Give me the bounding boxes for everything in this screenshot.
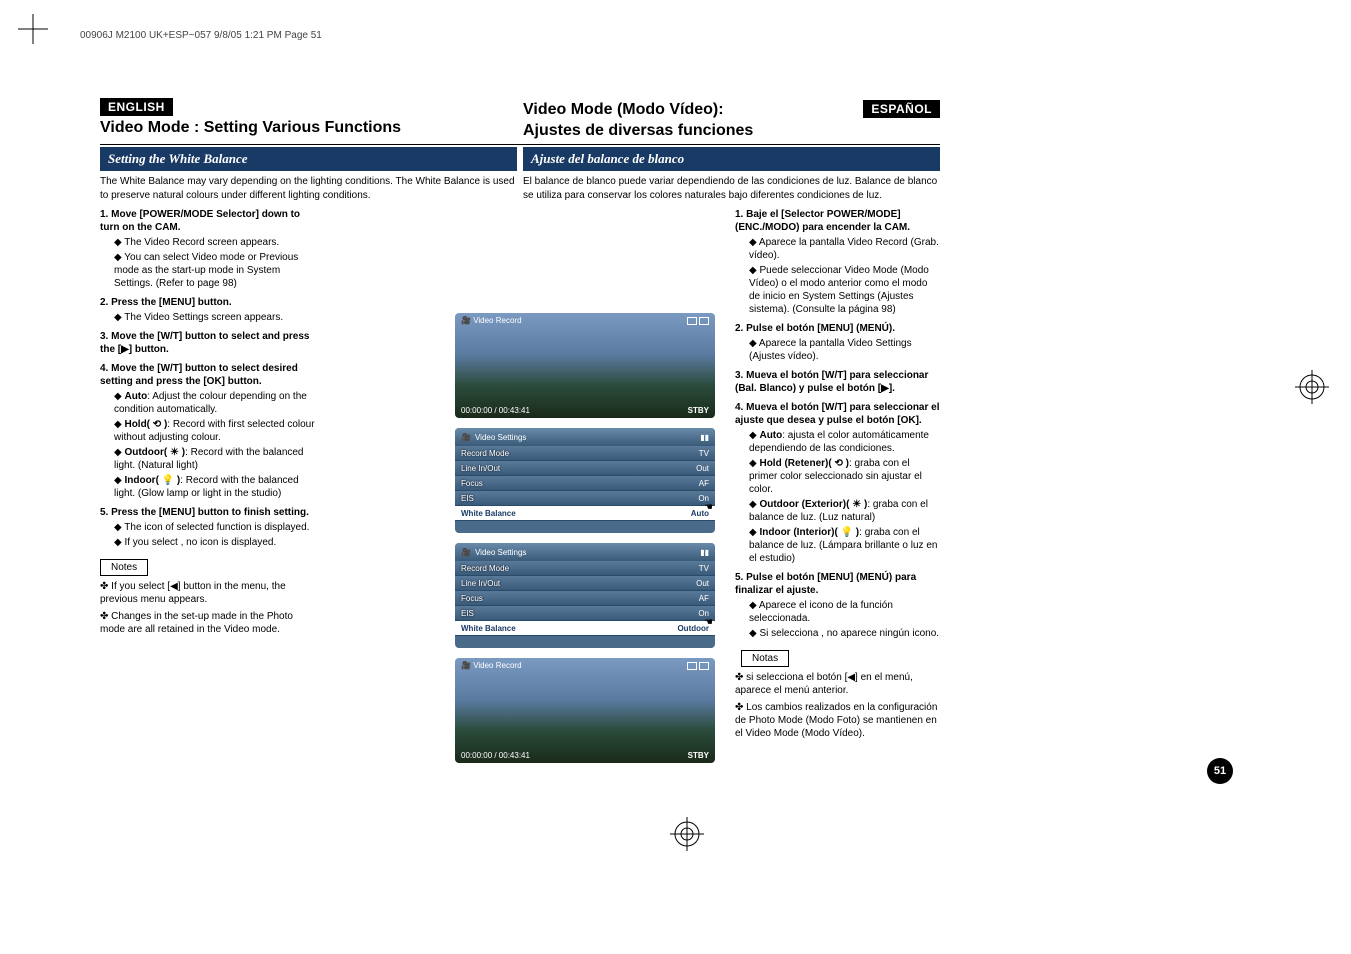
step-sub: Hold( ⟲ ): Record with first selected co…: [114, 418, 315, 444]
note-item: Los cambios realizados en la configuraci…: [735, 701, 940, 740]
screenshot-5: 5 Video Record 00:00:00 / 00:43:41STBY: [455, 658, 715, 763]
step-item: 2. Pulse el botón [MENU] (MENÚ).Aparece …: [735, 322, 940, 363]
step-sub: Outdoor( ☀ ): Record with the balanced l…: [114, 446, 315, 472]
battery-icon: ▮▮: [700, 433, 709, 442]
menu-row: FocusAF: [455, 591, 715, 606]
step-item: 5. Press the [MENU] button to finish set…: [100, 506, 315, 549]
step-sub: The Video Settings screen appears.: [114, 311, 315, 324]
screenshot-4: 4 Video Settings▮▮ Record ModeTVLine In/…: [455, 543, 715, 648]
menu-title: Video Settings: [475, 433, 526, 442]
lang-badge-es: ESPAÑOL: [863, 100, 940, 118]
title-en: Video Mode : Setting Various Functions: [100, 118, 517, 137]
step-item: 4. Move the [W/T] button to select desir…: [100, 362, 315, 500]
step-item: 1. Move [POWER/MODE Selector] down to tu…: [100, 208, 315, 290]
registration-mark-bottom: [670, 817, 704, 854]
notes-label-en: Notes: [100, 559, 148, 576]
step-item: 5. Pulse el botón [MENU] (MENÚ) para fin…: [735, 571, 940, 640]
step-sub: Indoor( 💡 ): Record with the balanced li…: [114, 474, 315, 500]
menu-row: Line In/OutOut: [455, 576, 715, 591]
step-item: 2. Press the [MENU] button.The Video Set…: [100, 296, 315, 324]
step-sub: Si selecciona , no aparece ningún icono.: [749, 627, 940, 640]
step-sub: Auto: ajusta el color automáticamente de…: [749, 429, 940, 455]
note-item: si selecciona el botón [◀] en el menú, a…: [735, 671, 940, 697]
step-sub: Aparece el icono de la función seleccion…: [749, 599, 940, 625]
step-item: 3. Mueva el botón [W/T] para seleccionar…: [735, 369, 940, 395]
step-sub: You can select Video mode or Previous mo…: [114, 251, 315, 290]
print-header: 00906J M2100 UK+ESP~057 9/8/05 1:21 PM P…: [80, 30, 322, 41]
stby-label: STBY: [688, 751, 709, 760]
title-es-l1: Video Mode (Modo Vídeo):: [523, 100, 857, 119]
step-sub: Hold (Retener)( ⟲ ): graba con el primer…: [749, 457, 940, 496]
screenshot-1: 1 Video Record 00:00:00 / 00:43:41STBY: [455, 313, 715, 418]
step-item: 1. Baje el [Selector POWER/MODE] (ENC./M…: [735, 208, 940, 316]
battery-icon: [687, 662, 709, 670]
menu-row: EISOn: [455, 606, 715, 621]
section-heading-en: Setting the White Balance: [100, 147, 517, 171]
step-sub: Outdoor (Exterior)( ☀ ): graba con el ba…: [749, 498, 940, 524]
menu-title: Video Settings: [475, 548, 526, 557]
note-item: If you select [◀] button in the menu, th…: [100, 580, 315, 606]
step-item: 3. Move the [W/T] button to select and p…: [100, 330, 315, 356]
step-item: 4. Mueva el botón [W/T] para seleccionar…: [735, 401, 940, 565]
step-sub: If you select , no icon is displayed.: [114, 536, 315, 549]
menu-row: Line In/OutOut: [455, 461, 715, 476]
menu-row: White BalanceAuto: [455, 506, 715, 521]
step-sub: Puede seleccionar Video Mode (Modo Vídeo…: [749, 264, 940, 316]
menu-row: White BalanceOutdoor: [455, 621, 715, 636]
screenshot-3: 3 Video Settings▮▮ Record ModeTVLine In/…: [455, 428, 715, 533]
page-number: 51: [1207, 758, 1233, 784]
intro-en: The White Balance may vary depending on …: [100, 175, 517, 202]
crop-mark-tl: [18, 14, 48, 47]
video-record-label: Video Record: [461, 316, 522, 325]
step-sub: The Video Record screen appears.: [114, 236, 315, 249]
battery-icon: [687, 317, 709, 325]
lang-badge-en: ENGLISH: [100, 98, 173, 116]
title-es-l2: Ajustes de diversas funciones: [523, 121, 940, 140]
menu-row: Record ModeTV: [455, 446, 715, 461]
intro-es: El balance de blanco puede variar depend…: [523, 175, 940, 202]
menu-row: FocusAF: [455, 476, 715, 491]
step-sub: The icon of selected function is display…: [114, 521, 315, 534]
timecode: 00:00:00 / 00:43:41: [461, 406, 530, 415]
hand-icon: ☚: [704, 617, 713, 628]
step-sub: Indoor (Interior)( 💡 ): graba con el bal…: [749, 526, 940, 565]
video-record-label: Video Record: [461, 661, 522, 670]
stby-label: STBY: [688, 406, 709, 415]
step-sub: Aparece la pantalla Video Settings (Ajus…: [749, 337, 940, 363]
note-item: Changes in the set-up made in the Photo …: [100, 610, 315, 636]
timecode: 00:00:00 / 00:43:41: [461, 751, 530, 760]
notes-label-es: Notas: [741, 650, 789, 667]
menu-row: EISOn: [455, 491, 715, 506]
menu-row: Record ModeTV: [455, 561, 715, 576]
registration-mark-right: [1295, 370, 1329, 407]
section-heading-es: Ajuste del balance de blanco: [523, 147, 940, 171]
screenshot-column: 1 Video Record 00:00:00 / 00:43:41STBY 3…: [455, 313, 715, 773]
step-sub: Aparece la pantalla Video Record (Grab. …: [749, 236, 940, 262]
battery-icon: ▮▮: [700, 548, 709, 557]
step-sub: Auto: Adjust the colour depending on the…: [114, 390, 315, 416]
hand-icon: ☚: [704, 502, 713, 513]
